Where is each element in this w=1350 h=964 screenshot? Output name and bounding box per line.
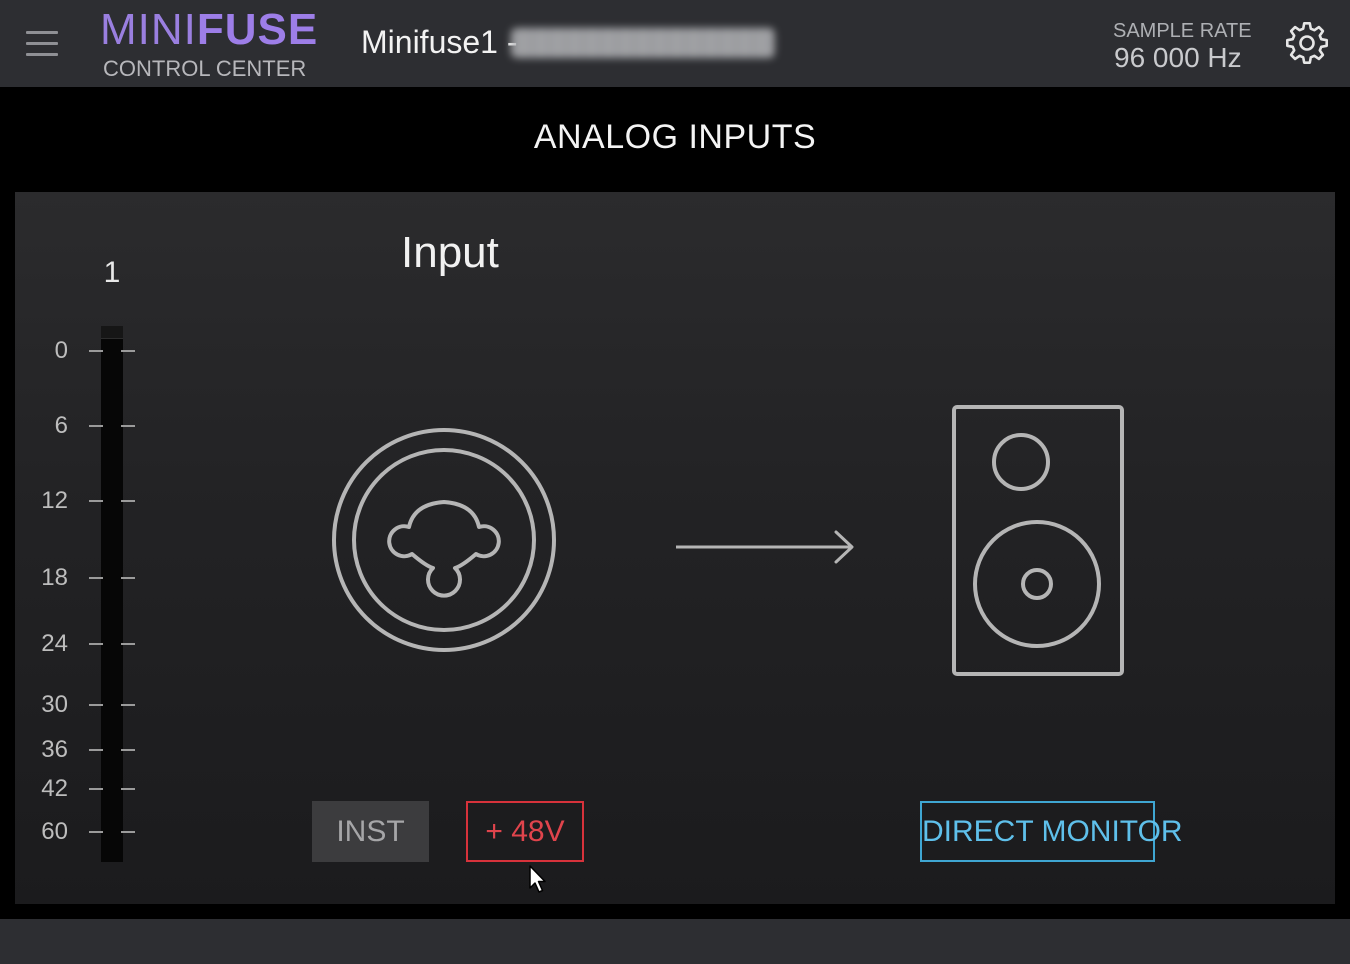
logo-wordmark-light: MINI xyxy=(100,5,197,54)
logo-wordmark-bold: FUSE xyxy=(196,5,319,54)
app-window: MINIFUSE CONTROL CENTER Minifuse1 - SAMP… xyxy=(0,0,1350,964)
direct-monitor-button[interactable]: DIRECT MONITOR xyxy=(920,801,1183,862)
input-title: Input xyxy=(401,228,499,277)
device-serial-redacted xyxy=(511,28,775,58)
inst-button[interactable]: INST xyxy=(312,801,429,862)
section-title: ANALOG INPUTS xyxy=(533,118,817,156)
gear-icon[interactable] xyxy=(1286,21,1328,64)
arrow-right-icon xyxy=(672,528,860,566)
app-logo: MINIFUSE CONTROL CENTER xyxy=(100,5,317,82)
sample-rate-label: SAMPLE RATE xyxy=(1113,20,1252,42)
bottom-bar xyxy=(0,919,1350,964)
channel-number: 1 xyxy=(103,256,121,289)
sample-rate-value[interactable]: 96 000 Hz xyxy=(1114,42,1242,74)
xlr-combo-jack-icon xyxy=(328,424,560,656)
speaker-icon xyxy=(948,402,1128,680)
meter-peak-indicator xyxy=(101,326,123,339)
hamburger-menu-icon[interactable] xyxy=(26,28,60,58)
level-meter xyxy=(101,326,123,862)
logo-subtitle: CONTROL CENTER xyxy=(103,56,307,81)
top-bar: MINIFUSE CONTROL CENTER Minifuse1 - SAMP… xyxy=(0,0,1350,87)
device-name: Minifuse1 - xyxy=(361,24,518,60)
phantom-power-button[interactable]: + 48V xyxy=(466,801,584,862)
